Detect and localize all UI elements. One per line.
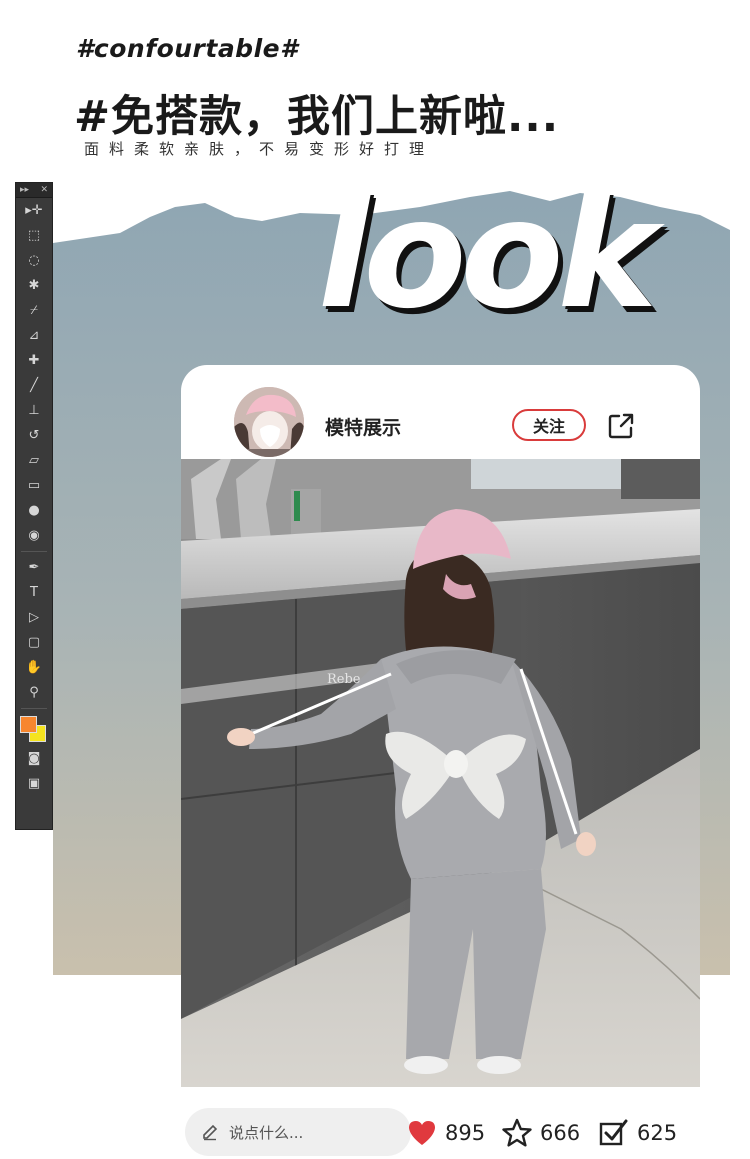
post-photo[interactable]: Rebe [181, 459, 700, 1087]
blur-tool-icon[interactable]: ● [16, 498, 52, 523]
lasso-tool-icon[interactable]: ◌ [16, 248, 52, 273]
shape-tool-icon[interactable]: ▢ [16, 630, 52, 655]
check-stat[interactable]: 625 [598, 1116, 677, 1150]
avatar[interactable] [234, 387, 304, 457]
foreground-color-swatch[interactable] [20, 716, 37, 733]
collapse-icon[interactable]: ▸▸ [20, 183, 29, 197]
heart-icon[interactable] [406, 1117, 438, 1149]
zoom-tool-icon[interactable]: ⚲ [16, 680, 52, 705]
hashtag-title: #confourtable# [76, 34, 299, 63]
healing-brush-tool-icon[interactable]: ✚ [16, 348, 52, 373]
share-icon [608, 413, 634, 439]
like-stat[interactable]: 895 [406, 1116, 485, 1150]
dodge-tool-icon[interactable]: ◉ [16, 523, 52, 548]
pen-tool-icon[interactable]: ✒ [16, 555, 52, 580]
eyedropper-tool-icon[interactable]: ⊿ [16, 323, 52, 348]
post-card: 模特展示 关注 Rebe [181, 365, 700, 1087]
gradient-tool-icon[interactable]: ▭ [16, 473, 52, 498]
close-icon[interactable]: ✕ [40, 183, 48, 197]
screen-mode-icon[interactable]: ▣ [16, 771, 52, 796]
magic-wand-tool-icon[interactable]: ✱ [16, 273, 52, 298]
brush-tool-icon[interactable]: ╱ [16, 373, 52, 398]
star-icon[interactable] [501, 1117, 533, 1149]
shelf-sign-text: Rebe [327, 672, 361, 687]
type-tool-icon[interactable]: T [16, 580, 52, 605]
path-select-tool-icon[interactable]: ▷ [16, 605, 52, 630]
eraser-tool-icon[interactable]: ▱ [16, 448, 52, 473]
stamp-tool-icon[interactable]: ⊥ [16, 398, 52, 423]
tools-panel: ▸▸ ✕ ▸✛ ⬚ ◌ ✱ ⌿ ⊿ ✚ ╱ ⊥ ↺ ▱ ▭ ● ◉ ✒ T ▷ ▢ ✋ ⚲ ◙ ▣ [15, 182, 53, 830]
comment-placeholder: 说点什么... [229, 1123, 304, 1142]
follow-button[interactable]: 关注 [512, 409, 586, 441]
color-swatches[interactable] [16, 712, 52, 746]
pencil-icon [203, 1124, 218, 1141]
like-count: 895 [445, 1121, 486, 1145]
marquee-tool-icon[interactable]: ⬚ [16, 223, 52, 248]
favorite-stat[interactable]: 666 [501, 1116, 580, 1150]
favorite-count: 666 [540, 1121, 581, 1145]
quick-mask-icon[interactable]: ◙ [16, 746, 52, 771]
tools-panel-header[interactable]: ▸▸ ✕ [16, 183, 52, 198]
subline: 面料柔软亲肤，不易变形好打理 [84, 140, 435, 158]
look-wordmark: look [318, 168, 657, 342]
history-brush-tool-icon[interactable]: ↺ [16, 423, 52, 448]
share-button[interactable] [607, 412, 635, 440]
profile-name[interactable]: 模特展示 [325, 413, 401, 440]
headline: #免搭款，我们上新啦... [74, 92, 560, 142]
check-count: 625 [637, 1121, 678, 1145]
crop-tool-icon[interactable]: ⌿ [16, 298, 52, 323]
comment-input[interactable]: 说点什么... [185, 1108, 411, 1156]
checkbox-icon[interactable] [598, 1117, 630, 1149]
hand-tool-icon[interactable]: ✋ [16, 655, 52, 680]
move-tool-icon[interactable]: ▸✛ [16, 198, 52, 223]
